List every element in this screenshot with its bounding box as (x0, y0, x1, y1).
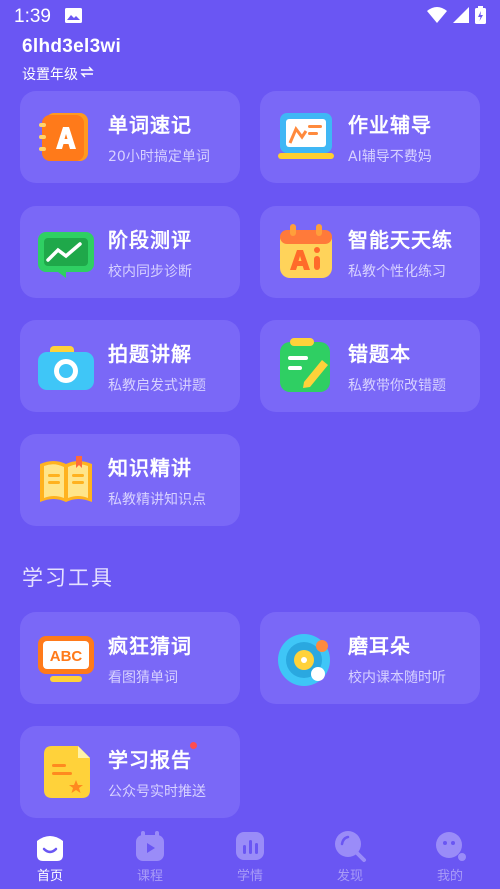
home-icon (33, 829, 67, 863)
bottom-nav: 首页 课程 学情 发现 我的 (0, 823, 500, 889)
nav-label: 我的 (436, 869, 463, 884)
gallery-notification-icon (64, 7, 82, 28)
nav-label: 课程 (136, 869, 163, 884)
notebook-pen-icon (276, 336, 336, 396)
nav-stats[interactable]: 学情 (200, 823, 300, 889)
card-title: 智能天天练 (348, 227, 453, 252)
card-title: 错题本 (348, 341, 411, 366)
card-title: 单词速记 (108, 112, 192, 137)
ai-calendar-icon (276, 222, 336, 282)
chart-monitor-icon (36, 222, 96, 282)
card-subtitle: 私教带你改错题 (348, 377, 446, 394)
set-grade-button[interactable]: 设置年级 (22, 64, 121, 84)
card-subtitle: 校内课本随时听 (348, 669, 446, 686)
svg-text:ABC: ABC (50, 648, 83, 665)
card-subtitle: 20小时搞定单词 (108, 148, 210, 165)
word-book-icon (36, 107, 96, 167)
nav-course[interactable]: 课程 (100, 823, 200, 889)
card-subtitle: 私教个性化练习 (348, 263, 446, 280)
card-title: 作业辅导 (348, 112, 432, 137)
nav-label: 学情 (236, 869, 263, 884)
card-title: 拍题讲解 (108, 341, 192, 366)
card-title: 知识精讲 (108, 455, 192, 480)
homework-board-icon (276, 107, 336, 167)
status-time: 1:39 (14, 6, 51, 27)
course-icon (133, 829, 167, 863)
nav-discover[interactable]: 发现 (300, 823, 400, 889)
vinyl-record-icon (276, 628, 336, 688)
tools-section-title: 学习工具 (22, 566, 114, 590)
card-mistake-book[interactable]: 错题本 私教带你改错题 (260, 320, 480, 412)
user-header: 6lhd3el3wi 设置年级 (22, 36, 121, 84)
battery-icon (475, 5, 486, 29)
card-photo-explain[interactable]: 拍题讲解 私教启发式讲题 (20, 320, 240, 412)
card-subtitle: 公众号实时推送 (108, 783, 206, 800)
card-subtitle: AI辅导不费妈 (348, 148, 432, 165)
card-title: 疯狂猜词 (108, 633, 192, 658)
stats-icon (233, 829, 267, 863)
swap-icon (80, 66, 94, 82)
nav-home[interactable]: 首页 (0, 823, 100, 889)
card-subtitle: 看图猜单词 (108, 669, 178, 686)
camera-icon (36, 336, 96, 396)
card-stage-test[interactable]: 阶段测评 校内同步诊断 (20, 206, 240, 298)
report-doc-icon (36, 742, 96, 802)
card-ear-training[interactable]: 磨耳朵 校内课本随时听 (260, 612, 480, 704)
card-word-memorize[interactable]: 单词速记 20小时搞定单词 (20, 91, 240, 183)
card-study-report[interactable]: 学习报告 公众号实时推送 (20, 726, 240, 818)
nav-profile[interactable]: 我的 (400, 823, 500, 889)
nav-label: 发现 (336, 869, 363, 884)
card-subtitle: 私教精讲知识点 (108, 491, 206, 508)
card-daily-practice[interactable]: 智能天天练 私教个性化练习 (260, 206, 480, 298)
signal-icon (453, 6, 469, 28)
card-title: 阶段测评 (108, 227, 192, 252)
abc-screen-icon: ABC (36, 628, 96, 688)
status-bar: 1:39 (0, 0, 500, 34)
new-badge-dot (190, 741, 197, 749)
card-subtitle: 私教启发式讲题 (108, 377, 206, 394)
grade-label: 设置年级 (22, 67, 78, 83)
open-book-icon (36, 450, 96, 510)
card-knowledge-lecture[interactable]: 知识精讲 私教精讲知识点 (20, 434, 240, 526)
profile-icon (433, 829, 467, 863)
wifi-icon (427, 6, 447, 28)
card-word-guess[interactable]: ABC 疯狂猜词 看图猜单词 (20, 612, 240, 704)
username: 6lhd3el3wi (22, 36, 122, 57)
card-subtitle: 校内同步诊断 (108, 263, 192, 280)
card-title: 磨耳朵 (348, 633, 411, 658)
discover-icon (333, 829, 367, 863)
nav-label: 首页 (36, 869, 63, 884)
card-homework-help[interactable]: 作业辅导 AI辅导不费妈 (260, 91, 480, 183)
